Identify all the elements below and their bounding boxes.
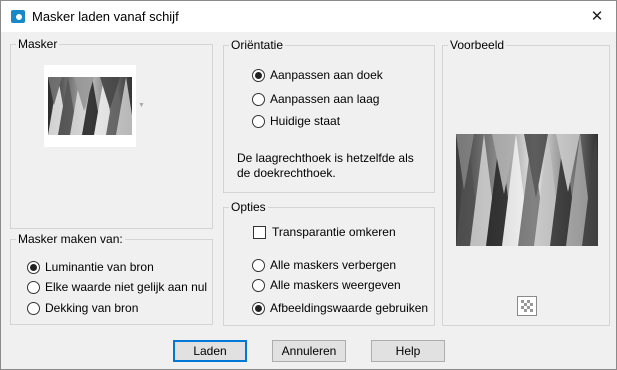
radio-indicator[interactable] xyxy=(252,258,265,272)
dialog-window: Masker laden vanaf schijf ✕ Masker ▼ Ori… xyxy=(0,0,617,370)
radio-label: Huidige staat xyxy=(270,114,341,128)
orientatie-group-label: Oriëntatie xyxy=(229,38,286,52)
mask-thumbnail-image xyxy=(48,77,132,135)
radio-indicator[interactable] xyxy=(252,278,265,292)
checkbox-indicator[interactable] xyxy=(253,225,266,239)
radio-indicator[interactable] xyxy=(252,301,265,315)
camera-icon xyxy=(11,10,25,23)
radio-afbeeldingswaarde-gebruiken[interactable]: Afbeeldingswaarde gebruiken xyxy=(252,301,428,315)
radio-elke-waarde[interactable]: Elke waarde niet gelijk aan nul xyxy=(27,280,207,294)
chevron-down-icon[interactable]: ▼ xyxy=(138,102,145,109)
radio-indicator[interactable] xyxy=(27,280,40,294)
masker-maken-group-label: Masker maken van: xyxy=(16,232,125,246)
opties-group-label: Opties xyxy=(229,200,268,214)
radio-indicator[interactable] xyxy=(27,260,40,274)
orientation-note: De laagrechthoek is hetzelfde als de doe… xyxy=(237,151,414,181)
radio-label: Alle maskers weergeven xyxy=(270,278,401,292)
radio-alle-maskers-verbergen[interactable]: Alle maskers verbergen xyxy=(252,258,396,272)
voorbeeld-group-label: Voorbeeld xyxy=(448,38,507,52)
close-button[interactable]: ✕ xyxy=(581,5,613,29)
title-bar: Masker laden vanaf schijf ✕ xyxy=(1,1,616,32)
masker-group-label: Masker xyxy=(16,37,60,51)
radio-luminantie-van-bron[interactable]: Luminantie van bron xyxy=(27,260,154,274)
help-button[interactable]: Help xyxy=(371,340,445,362)
checkbox-transparantie-omkeren[interactable]: Transparantie omkeren xyxy=(253,225,396,239)
window-title: Masker laden vanaf schijf xyxy=(32,9,179,24)
annuleren-button[interactable]: Annuleren xyxy=(272,340,346,362)
radio-indicator[interactable] xyxy=(252,114,265,128)
radio-label: Elke waarde niet gelijk aan nul xyxy=(45,280,208,294)
mask-thumbnail-dropdown[interactable] xyxy=(44,65,136,147)
radio-aanpassen-aan-laag[interactable]: Aanpassen aan laag xyxy=(252,92,379,106)
radio-label: Aanpassen aan doek xyxy=(270,68,383,82)
radio-indicator[interactable] xyxy=(27,301,40,315)
note-line-2: de doekrechthoek. xyxy=(237,166,336,180)
radio-alle-maskers-weergeven[interactable]: Alle maskers weergeven xyxy=(252,278,401,292)
radio-label: Luminantie van bron xyxy=(45,260,154,274)
radio-dekking-van-bron[interactable]: Dekking van bron xyxy=(27,301,138,315)
laden-button[interactable]: Laden xyxy=(173,340,247,362)
radio-label: Afbeeldingswaarde gebruiken xyxy=(270,301,429,315)
radio-huidige-staat[interactable]: Huidige staat xyxy=(252,114,340,128)
preview-image xyxy=(456,134,598,246)
radio-label: Dekking van bron xyxy=(45,301,139,315)
checkbox-label: Transparantie omkeren xyxy=(272,225,396,239)
note-line-1: De laagrechthoek is hetzelfde als xyxy=(237,151,414,165)
radio-aanpassen-aan-doek[interactable]: Aanpassen aan doek xyxy=(252,68,383,82)
radio-indicator[interactable] xyxy=(252,68,265,82)
radio-label: Aanpassen aan laag xyxy=(270,92,380,106)
transparency-checker-icon[interactable] xyxy=(517,296,537,316)
radio-indicator[interactable] xyxy=(252,92,265,106)
radio-label: Alle maskers verbergen xyxy=(270,258,397,272)
